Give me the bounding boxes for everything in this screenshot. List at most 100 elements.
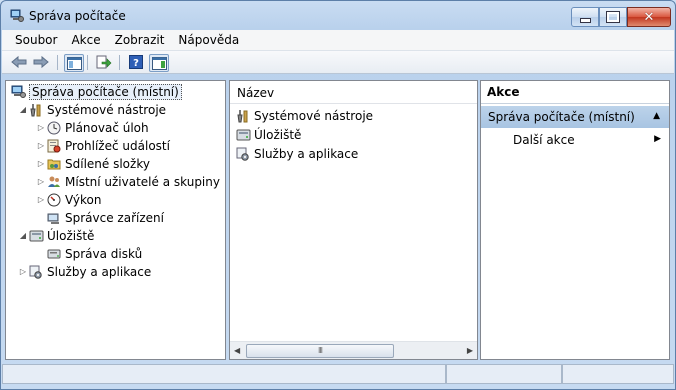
computer-management-window: Správa počítače ✕ Soubor Akce Zobrazit N… [0,0,676,390]
tree-root-label: Správa počítače (místní) [29,83,182,100]
tree-item-device-manager[interactable]: Správce zařízení [46,209,164,226]
submenu-arrow-icon[interactable]: ▶ [654,134,661,144]
tree-item-label: Služby a aplikace [47,264,152,279]
menu-akce[interactable]: Akce [64,33,107,47]
tree-item-label: Systémové nástroje [47,102,167,117]
storage-icon [28,228,44,244]
expand-arrow-icon[interactable]: ▷ [36,177,46,186]
export-list-icon [96,55,112,69]
list-item-label: Úložiště [254,127,302,142]
toolbar-separator [119,55,120,70]
back-button[interactable] [10,54,28,70]
column-header-label: Název [237,86,275,100]
show-hide-action-pane-icon [151,56,167,70]
status-cell [562,364,674,384]
toolbar-separator [87,55,88,70]
forward-button[interactable] [32,54,50,70]
tree-item-performance[interactable]: ▷ Výkon [36,191,102,208]
actions-group-header[interactable]: Správa počítače (místní) ▲ [481,106,669,128]
services-icon [235,146,251,162]
show-hide-action-pane-button[interactable] [149,54,169,72]
menu-soubor[interactable]: Soubor [2,33,64,47]
minimize-icon [579,17,591,23]
help-button[interactable]: ? [127,54,145,70]
back-icon [11,55,27,69]
scrollbar-thumb[interactable]: III [246,344,394,358]
tree-item-label: Úložiště [47,228,95,243]
horizontal-scrollbar[interactable]: ◀ III ▶ [230,341,477,359]
computer-management-icon [10,84,26,100]
device-manager-icon [46,210,62,226]
services-icon [28,264,44,280]
tree-item-label: Sdílené složky [65,156,150,171]
actions-header-label: Akce [487,85,520,99]
storage-icon [235,127,251,143]
close-icon: ✕ [643,9,655,25]
tree-item-label: Plánovač úloh [65,120,149,135]
expand-arrow-icon[interactable]: ▷ [36,123,46,132]
tree-item-shared-folders[interactable]: ▷ Sdílené složky [36,155,150,172]
menu-zobrazit[interactable]: Zobrazit [108,33,172,47]
tree-item-storage[interactable]: ◢ Úložiště [18,227,95,244]
export-list-button[interactable] [95,54,113,70]
console-tree[interactable]: Správa počítače (místní) ◢ Systémové nás… [5,80,226,360]
computer-management-icon [10,9,24,22]
collapse-up-icon[interactable]: ▲ [653,111,660,121]
tree-item-label: Výkon [65,192,102,207]
status-cell [2,364,447,384]
list-item-label: Služby a aplikace [254,146,359,161]
column-header-name[interactable]: Název [230,81,477,104]
list-item[interactable]: Služby a aplikace [235,145,358,162]
menu-bar: Soubor Akce Zobrazit Nápověda [2,30,674,51]
tree-item-label: Místní uživatelé a skupiny [65,174,220,189]
tree-item-label: Správa disků [65,246,143,261]
tree-item-disk-management[interactable]: Správa disků [46,245,142,262]
scroll-right-icon[interactable]: ▶ [467,346,473,355]
expand-arrow-icon[interactable]: ▷ [36,141,46,150]
tools-icon [235,108,251,124]
tree-item-event-viewer[interactable]: ▷ Prohlížeč událostí [36,137,170,154]
title-bar: Správa počítače ✕ [1,1,675,31]
tree-item-services-apps[interactable]: ▷ Služby a aplikace [18,263,151,280]
menu-napoveda[interactable]: Nápověda [171,33,246,47]
show-hide-tree-icon [66,56,82,70]
actions-pane: Akce Správa počítače (místní) ▲ Další ak… [480,80,670,360]
disk-icon [46,246,62,262]
tree-item-label: Správce zařízení [65,210,164,225]
shared-folder-icon [46,156,62,172]
toolbar-separator [57,55,58,70]
expand-arrow-icon[interactable]: ▷ [36,159,46,168]
minimize-button[interactable] [571,7,599,27]
expand-arrow-icon[interactable]: ▷ [18,267,28,276]
expand-arrow-icon[interactable]: ▷ [36,195,46,204]
toolbar: ? [2,51,674,74]
tree-item-label: Prohlížeč událostí [65,138,170,153]
close-button[interactable]: ✕ [627,7,671,27]
tree-item-task-scheduler[interactable]: ▷ Plánovač úloh [36,119,149,136]
performance-icon [46,192,62,208]
tools-icon [28,102,44,118]
help-icon: ? [129,55,143,69]
collapse-arrow-icon[interactable]: ◢ [18,105,28,114]
tree-item-local-users[interactable]: ▷ Místní uživatelé a skupiny [36,173,220,190]
show-hide-tree-button[interactable] [64,54,84,72]
result-pane[interactable]: Název Systémové nástroje Úložiště Služby… [229,80,478,360]
collapse-arrow-icon[interactable]: ◢ [18,231,28,240]
tree-item-system-tools[interactable]: ◢ Systémové nástroje [18,101,166,118]
tree-root[interactable]: Správa počítače (místní) [10,83,182,100]
window-title: Správa počítače [29,9,126,23]
maximize-icon [606,11,620,23]
list-item[interactable]: Úložiště [235,126,301,143]
list-item[interactable]: Systémové nástroje [235,107,373,124]
clock-icon [46,120,62,136]
event-viewer-icon [46,138,62,154]
more-actions-item[interactable]: Další akce [513,133,575,147]
maximize-button[interactable] [599,7,627,27]
forward-icon [33,55,49,69]
status-cell [446,364,563,384]
actions-group-label: Správa počítače (místní) [488,110,635,124]
list-item-label: Systémové nástroje [254,108,374,123]
scroll-left-icon[interactable]: ◀ [234,346,240,355]
svg-text:?: ? [133,58,139,69]
status-bar [2,363,674,385]
